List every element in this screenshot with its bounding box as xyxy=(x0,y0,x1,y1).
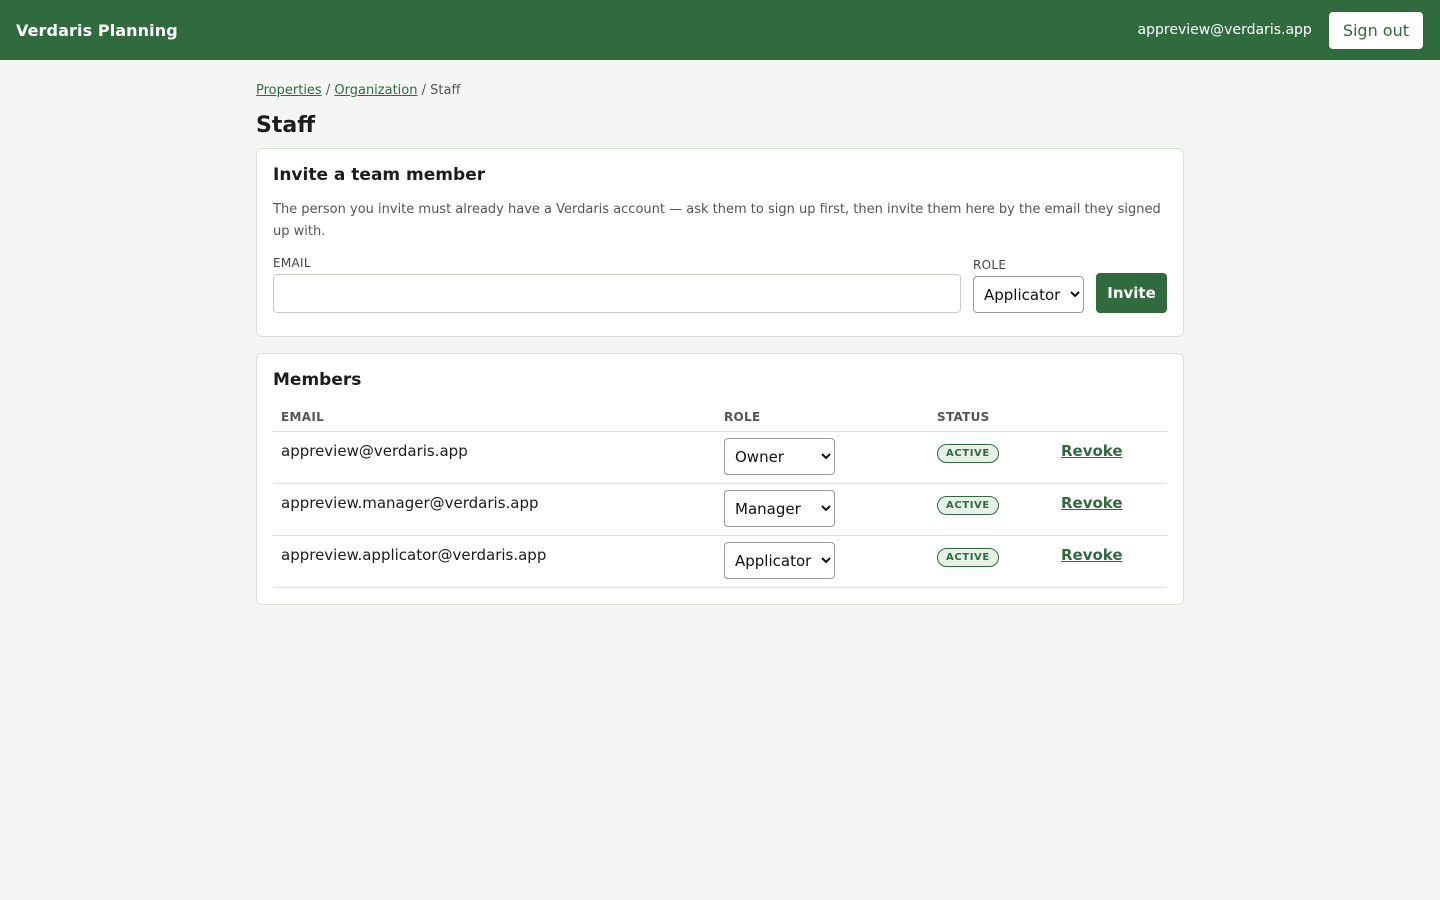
members-card-title: Members xyxy=(273,370,362,390)
column-header-actions xyxy=(1053,404,1167,432)
members-card: Members EMAIL ROLE STATUS appreview@verd… xyxy=(256,353,1184,605)
table-row: appreview.applicator@verdaris.app Applic… xyxy=(273,535,1167,588)
member-email: appreview@verdaris.app xyxy=(273,431,716,484)
table-row: appreview@verdaris.app Owner ACTIVE Revo… xyxy=(273,431,1167,484)
invite-email-input[interactable] xyxy=(273,274,961,313)
member-role-cell: Manager xyxy=(716,483,929,536)
member-role-select[interactable]: Applicator xyxy=(724,542,835,579)
role-field-group: ROLE Applicator xyxy=(973,258,1084,313)
role-label: ROLE xyxy=(973,258,1007,272)
email-field-group: EMAIL xyxy=(273,256,961,313)
member-role-select[interactable]: Manager xyxy=(724,490,835,527)
invite-role-select[interactable]: Applicator xyxy=(973,276,1084,313)
member-email: appreview.applicator@verdaris.app xyxy=(273,535,716,588)
breadcrumb-current: Staff xyxy=(430,83,461,98)
member-action-cell: Revoke xyxy=(1053,535,1167,588)
revoke-link[interactable]: Revoke xyxy=(1061,494,1123,512)
column-header-email: EMAIL xyxy=(273,404,716,432)
breadcrumb: Properties / Organization / Staff xyxy=(256,83,1184,101)
revoke-link[interactable]: Revoke xyxy=(1061,442,1123,460)
member-email: appreview.manager@verdaris.app xyxy=(273,483,716,536)
top-right-group: appreview@verdaris.app Sign out xyxy=(1137,11,1423,49)
status-badge: ACTIVE xyxy=(937,496,999,515)
member-status-cell: ACTIVE xyxy=(929,483,1053,536)
member-status-cell: ACTIVE xyxy=(929,431,1053,484)
current-user-email: appreview@verdaris.app xyxy=(1137,22,1312,38)
main-content: Properties / Organization / Staff Staff … xyxy=(256,60,1184,605)
status-badge: ACTIVE xyxy=(937,444,999,463)
brand-title[interactable]: Verdaris Planning xyxy=(16,21,178,40)
breadcrumb-separator: / xyxy=(421,83,427,98)
top-bar: Verdaris Planning appreview@verdaris.app… xyxy=(0,0,1440,60)
breadcrumb-separator: / xyxy=(325,83,331,98)
members-table-header: EMAIL ROLE STATUS xyxy=(273,404,1167,432)
status-badge: ACTIVE xyxy=(937,548,999,567)
column-header-role: ROLE xyxy=(716,404,929,432)
invite-card-title: Invite a team member xyxy=(273,165,486,185)
breadcrumb-properties[interactable]: Properties xyxy=(256,83,322,98)
breadcrumb-organization[interactable]: Organization xyxy=(334,83,417,98)
member-role-cell: Applicator xyxy=(716,535,929,588)
invite-card: Invite a team member The person you invi… xyxy=(256,148,1184,337)
email-label: EMAIL xyxy=(273,256,311,270)
member-role-select[interactable]: Owner xyxy=(724,438,835,475)
member-action-cell: Revoke xyxy=(1053,431,1167,484)
members-table: EMAIL ROLE STATUS appreview@verdaris.app… xyxy=(273,404,1167,588)
invite-button[interactable]: Invite xyxy=(1096,273,1167,313)
member-role-cell: Owner xyxy=(716,431,929,484)
sign-out-button[interactable]: Sign out xyxy=(1328,11,1423,49)
invite-help-text: The person you invite must already have … xyxy=(273,202,1161,239)
member-status-cell: ACTIVE xyxy=(929,535,1053,588)
page-title: Staff xyxy=(256,113,316,138)
revoke-link[interactable]: Revoke xyxy=(1061,546,1123,564)
table-row: appreview.manager@verdaris.app Manager A… xyxy=(273,483,1167,536)
invite-form: EMAIL ROLE Applicator Invite xyxy=(273,256,1167,313)
member-action-cell: Revoke xyxy=(1053,483,1167,536)
column-header-status: STATUS xyxy=(929,404,1053,432)
